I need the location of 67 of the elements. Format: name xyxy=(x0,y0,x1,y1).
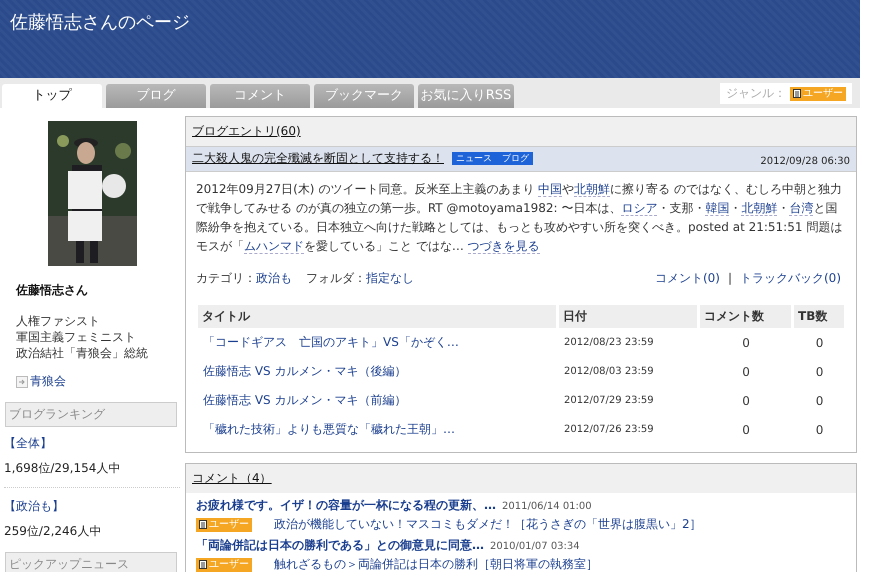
tag-label: ニュース ブログ xyxy=(452,152,533,165)
table-cell-text: 0 xyxy=(814,364,824,380)
comment-date: 2010/01/07 03:34 xyxy=(490,541,580,552)
table-cell-text: 2012/07/26 23:59 xyxy=(563,423,655,437)
trackback-link[interactable]: トラックバック(0) xyxy=(740,271,841,285)
entry-title-link[interactable]: 「穢れた技術」よりも悪質な「穢れた王朝」… xyxy=(203,422,455,436)
comment-date: 2011/06/14 01:00 xyxy=(502,501,592,512)
post-title[interactable]: 二大殺人鬼の完全殲滅を断固として支持する！ xyxy=(192,150,444,167)
text-link[interactable]: ロシア xyxy=(621,201,658,216)
table-cell-text: 0 xyxy=(741,422,751,438)
separator: | xyxy=(728,271,732,285)
table-cell-text: 0 xyxy=(814,334,824,352)
text-link[interactable]: 北朝鮮 xyxy=(574,182,610,197)
ranking-value: 259位/2,246人中 xyxy=(4,523,102,540)
panel-heading[interactable]: ブログエントリ(60) xyxy=(192,124,301,138)
column-header: コメント数 xyxy=(700,305,792,328)
document-icon xyxy=(199,560,207,569)
comment-title-link[interactable]: 「両論併記は日本の勝利である」との御意見に同意… xyxy=(196,537,484,554)
folder-label: フォルダ： xyxy=(306,271,366,285)
profile-description: 軍国主義フェミニスト xyxy=(16,329,137,345)
post-date: 2012/09/28 06:30 xyxy=(760,156,850,167)
table-cell-text: 0 xyxy=(814,392,824,410)
genre-label: ジャンル： xyxy=(726,85,786,102)
text-link[interactable]: 北朝鮮 xyxy=(741,201,778,216)
text-link[interactable]: 中国 xyxy=(538,182,562,197)
entry-title-link[interactable]: 佐藤悟志 VS カルメン・マキ（前編） xyxy=(203,393,406,407)
table-cell-text: 0 xyxy=(741,364,751,380)
text-link[interactable]: つづきを見る xyxy=(468,239,540,254)
document-icon xyxy=(793,89,801,98)
text-link[interactable]: 台湾 xyxy=(789,201,814,216)
profile-description: 政治結社「青狼会」総統 xyxy=(16,345,149,361)
category-label: カテゴリ： xyxy=(196,271,256,285)
user-badge: ユーザー xyxy=(196,558,252,572)
comment-link[interactable]: コメント(0) xyxy=(654,271,720,285)
column-header: TB数 xyxy=(794,305,844,328)
comment-source-link[interactable]: 政治が機能していない！マスコミもダメだ！［花うさぎの「世界は腹黒い」2］ xyxy=(274,516,702,533)
entry-title-link[interactable]: 佐藤悟志 VS カルメン・マキ（後編） xyxy=(203,364,406,378)
table-cell-text: 2012/08/23 23:59 xyxy=(563,336,655,350)
column-header: タイトル xyxy=(198,305,556,328)
text-link[interactable]: ムハンマド xyxy=(244,239,304,254)
comment-source-link[interactable]: 触れざるもの＞両論併記は日本の勝利［朝日将軍の執務室］ xyxy=(274,556,598,572)
folder-link[interactable]: 指定なし xyxy=(366,271,414,285)
profile-name: 佐藤悟志さん xyxy=(16,282,89,299)
table-cell-text: 0 xyxy=(741,334,751,352)
post-body: 2012年09月27日(木) のツイート同意。反米至上主義のあまり 中国や北朝鮮に擦り寄る のではなく、むしろ中朝と独力で戦争してみせる のが真の独立の第一歩。RT @motoyama1982: 〜日本は、ロシア・支那・韓国・北朝鮮・台湾 と国際紛争を抱えている。日本独立へ向けた戦略としては、もっとも攻めやすい所を突くべき。posted at 21:51:51 問題はモスが「ムハンマド を愛している」こと ではな… つづきを見る xyxy=(196,181,844,256)
profile-description: 人権ファシスト xyxy=(16,313,101,329)
section-header: ブログランキング xyxy=(5,402,177,427)
ranking-value: 1,698位/29,154人中 xyxy=(4,460,122,477)
entry-title-link[interactable]: 「コードギアス 亡国のアキト」VS「かぞく… xyxy=(203,335,459,349)
column-header: 日付 xyxy=(559,305,697,328)
nav-tab[interactable]: トップ xyxy=(2,84,102,108)
ranking-link[interactable]: 【全体】 xyxy=(4,435,180,452)
text-link[interactable]: 韓国 xyxy=(705,201,730,216)
category-link[interactable]: 政治も xyxy=(256,271,292,285)
profile-link[interactable]: 青狼会 xyxy=(30,373,66,390)
section-header: ピックアップニュース xyxy=(5,552,177,572)
document-icon xyxy=(199,520,207,529)
table-cell-text: 0 xyxy=(741,392,751,410)
panel-heading[interactable]: コメント（4） xyxy=(192,471,272,485)
user-badge: ユーザー xyxy=(790,86,846,100)
table-cell-text: 2012/07/29 23:59 xyxy=(563,394,655,408)
page-title: 佐藤悟志さんのページ xyxy=(10,12,190,33)
table-cell-text: 2012/08/03 23:59 xyxy=(563,365,655,379)
user-badge: ユーザー xyxy=(196,518,252,532)
ranking-link[interactable]: 【政治も】 xyxy=(4,498,180,515)
table-cell-text: 0 xyxy=(814,422,824,438)
comment-title-link[interactable]: お疲れ様です。イザ！の容量が一杯になる程の更新、… xyxy=(196,497,496,514)
